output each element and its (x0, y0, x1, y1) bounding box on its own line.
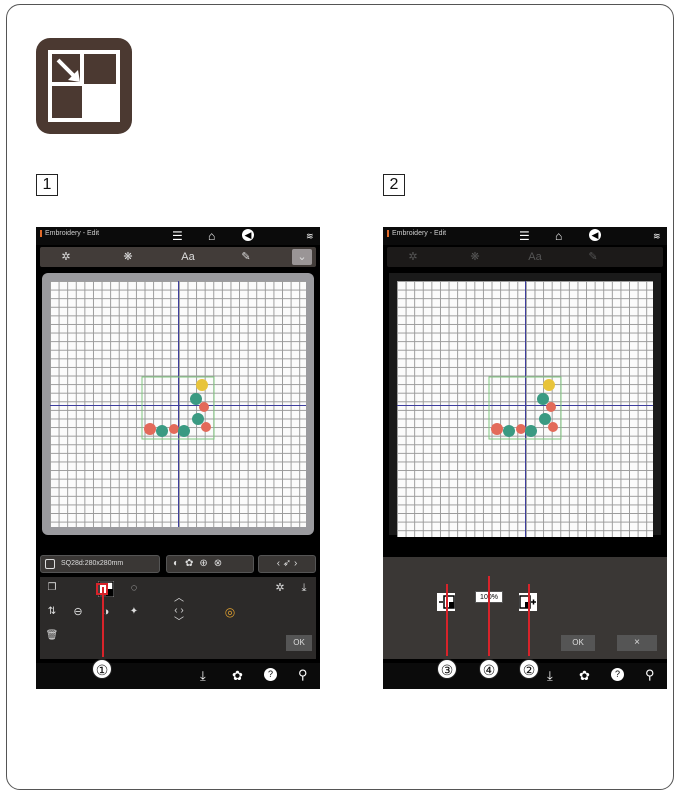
hoop-selector[interactable]: SQ28d:280x280mm (40, 555, 160, 573)
move-arrows[interactable]: ︿ ‹ › ﹀ (156, 593, 202, 633)
delete-icon[interactable]: 🗑 (44, 629, 60, 645)
screen-resize: Embroidery - Edit ☰ ⌂ ◀ ≋ ✲ ❋ Aa ✎ 100% … (383, 227, 667, 689)
callout-4: ④ (479, 659, 499, 679)
select-nav[interactable]: ‹ ➶ › (258, 555, 316, 573)
embroidery-design[interactable] (140, 375, 220, 447)
zoom-tools[interactable]: ◐✿⊕⊗ (166, 555, 254, 573)
callout-1: ① (92, 659, 112, 679)
tab-design[interactable]: ❋ (116, 249, 140, 265)
tab-text: Aa (528, 251, 542, 263)
hamburger-icon[interactable]: ☰ (519, 229, 530, 243)
screen-header: Embroidery - Edit ☰ ⌂ ◀ ≋ (36, 227, 320, 245)
screen-edit: Embroidery - Edit ☰ ⌂ ◀ ≋ ✲ ❋ Aa ✎ ⌄ SQ2… (36, 227, 320, 689)
hoop-size-label: SQ28d:280x280mm (61, 560, 124, 567)
tab-expand[interactable]: ⌄ (292, 249, 312, 265)
copy-icon[interactable]: ❐ (44, 581, 60, 597)
callout-highlight-1 (96, 583, 108, 595)
gear-icon[interactable]: ✿ (579, 668, 590, 684)
screen-title: Embroidery - Edit (40, 230, 99, 237)
mirror-vertical-icon[interactable]: ◑ (98, 605, 114, 621)
save-icon[interactable]: ⤓ (547, 668, 553, 684)
tab-edit: ✎ (588, 251, 598, 263)
mirror-horizontal-icon[interactable]: ⊖ (70, 605, 86, 621)
help-icon[interactable]: ? (611, 668, 624, 681)
edit-toolbar: ❐ ◌ ︿ ‹ › ﹀ ✲ ⤓ ⇅ ⊖ ◑ ✦ ◎ 🗑 OK (40, 577, 316, 659)
tab-pattern[interactable]: ✲ (54, 249, 78, 265)
home-icon[interactable]: ⌂ (208, 229, 215, 243)
ok-button[interactable]: OK (561, 635, 595, 651)
tab-bar: ✲ ❋ Aa ✎ (387, 247, 663, 267)
wrench-icon[interactable]: ⚲ (298, 667, 308, 683)
step-1-label: 1 (36, 174, 58, 196)
hamburger-icon[interactable]: ☰ (172, 229, 183, 243)
hoop-icon (45, 559, 55, 569)
callout-line-2 (528, 584, 530, 656)
callout-2: ② (519, 659, 539, 679)
gear-icon[interactable]: ✿ (232, 668, 243, 684)
tab-bar: ✲ ❋ Aa ✎ ⌄ (40, 247, 316, 267)
wrench-icon[interactable]: ⚲ (645, 667, 655, 683)
wifi-icon: ≋ (653, 231, 661, 241)
tab-text[interactable]: Aa (176, 249, 200, 265)
screen-header: Embroidery - Edit ☰ ⌂ ◀ ≋ (383, 227, 667, 245)
back-icon[interactable]: ◀ (242, 229, 254, 241)
color-wheel-icon[interactable]: ◎ (222, 605, 238, 621)
callout-line-4 (488, 576, 490, 656)
resize-panel: 100% OK × (383, 557, 667, 659)
resize-badge (36, 38, 132, 134)
cancel-button[interactable]: × (617, 635, 657, 651)
embroidery-design[interactable] (487, 375, 567, 447)
flip-icon[interactable]: ⇅ (44, 605, 60, 621)
step-2-label: 2 (383, 174, 405, 196)
resize-icon (48, 50, 120, 122)
callout-3: ③ (437, 659, 457, 679)
callout-line-1 (102, 587, 104, 657)
home-icon[interactable]: ⌂ (555, 229, 562, 243)
wifi-icon: ≋ (306, 231, 314, 241)
sparkle-icon[interactable]: ✲ (272, 581, 288, 597)
tab-edit[interactable]: ✎ (234, 249, 258, 265)
help-icon[interactable]: ? (264, 668, 277, 681)
back-icon[interactable]: ◀ (589, 229, 601, 241)
save-icon[interactable]: ⤓ (200, 668, 206, 684)
rotate-icon[interactable]: ◌ (126, 581, 142, 597)
screen-title: Embroidery - Edit (387, 230, 446, 237)
save-icon[interactable]: ⤓ (296, 581, 312, 597)
tab-design: ❋ (470, 251, 480, 263)
ok-button[interactable]: OK (286, 635, 312, 651)
bottom-nav: ⤓ ✿ ? ⚲ (36, 663, 320, 689)
center-icon[interactable]: ✦ (126, 605, 142, 621)
callout-line-3 (446, 584, 448, 656)
tab-pattern: ✲ (408, 251, 418, 263)
